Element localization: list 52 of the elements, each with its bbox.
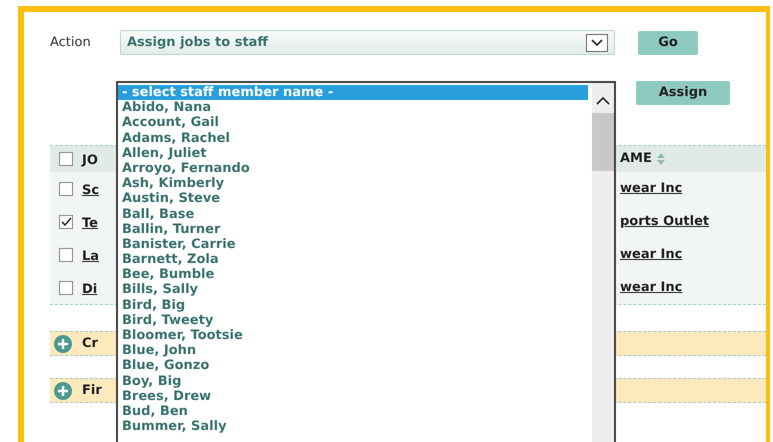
staff-option[interactable]: Bird, Tweety xyxy=(118,312,592,328)
staff-option[interactable]: Allen, Juliet xyxy=(118,146,592,161)
staff-option[interactable]: Bud, Ben xyxy=(118,404,592,420)
panel-title: Fir xyxy=(82,382,102,400)
staff-option[interactable]: - select staff member name - xyxy=(118,85,588,100)
staff-option[interactable]: Brees, Drew xyxy=(118,388,592,404)
staff-option[interactable]: Bee, Bumble xyxy=(118,267,592,282)
job-link[interactable]: Sc xyxy=(82,182,100,198)
customer-link[interactable]: wear Inc xyxy=(620,178,682,198)
staff-option[interactable]: Account, Gail xyxy=(118,115,592,131)
staff-option[interactable]: Arroyo, Fernando xyxy=(118,160,592,176)
staff-option[interactable]: Adams, Rachel xyxy=(118,130,592,146)
staff-option[interactable]: Bird, Big xyxy=(118,298,592,313)
scrollbar-thumb[interactable] xyxy=(592,113,614,171)
assign-button[interactable]: Assign xyxy=(636,81,730,105)
action-select[interactable]: Assign jobs to staff xyxy=(120,30,615,55)
customer-link[interactable]: wear Inc xyxy=(620,278,682,298)
checkbox[interactable] xyxy=(59,152,73,166)
checkbox[interactable] xyxy=(59,280,73,294)
staff-option[interactable]: Ash, Kimberly xyxy=(118,176,592,192)
check-icon xyxy=(60,216,72,226)
job-link[interactable]: La xyxy=(82,248,100,264)
job-link[interactable]: Di xyxy=(82,282,98,296)
staff-option[interactable]: Blue, John xyxy=(118,343,592,358)
column-header[interactable]: AME xyxy=(620,149,652,169)
dropdown-icon xyxy=(586,34,608,52)
staff-option[interactable]: Barnett, Zola xyxy=(118,252,592,268)
staff-option[interactable]: Ballin, Turner xyxy=(118,222,592,237)
go-button[interactable]: Go xyxy=(638,30,698,54)
customer-link[interactable]: ports Outlet xyxy=(620,212,710,232)
checkbox[interactable] xyxy=(59,214,73,228)
staff-option[interactable]: Bummer, Sally xyxy=(118,419,592,434)
customer-link[interactable]: wear Inc xyxy=(620,244,682,264)
plus-icon xyxy=(54,382,72,400)
staff-option[interactable]: Austin, Steve xyxy=(118,191,592,206)
staff-dropdown-menu[interactable] xyxy=(116,81,616,442)
staff-option[interactable]: Blue, Gonzo xyxy=(118,358,592,374)
panel-title: Cr xyxy=(82,334,98,353)
staff-option[interactable]: Bills, Sally xyxy=(118,282,592,298)
staff-option[interactable]: Bloomer, Tootsie xyxy=(118,328,592,344)
staff-option[interactable]: Ball, Base xyxy=(118,206,592,222)
scrollbar[interactable] xyxy=(592,83,614,442)
checkbox[interactable] xyxy=(59,182,73,196)
staff-option[interactable]: Banister, Carrie xyxy=(118,236,592,252)
checkbox[interactable] xyxy=(59,248,73,262)
column-header[interactable]: JO xyxy=(82,153,98,168)
action-label: Action xyxy=(50,34,92,52)
plus-icon xyxy=(54,334,72,352)
job-link[interactable]: Te xyxy=(82,216,98,230)
staff-option[interactable]: Boy, Big xyxy=(118,374,592,389)
scroll-up-icon[interactable] xyxy=(596,97,610,105)
staff-option[interactable]: Abido, Nana xyxy=(118,100,592,116)
